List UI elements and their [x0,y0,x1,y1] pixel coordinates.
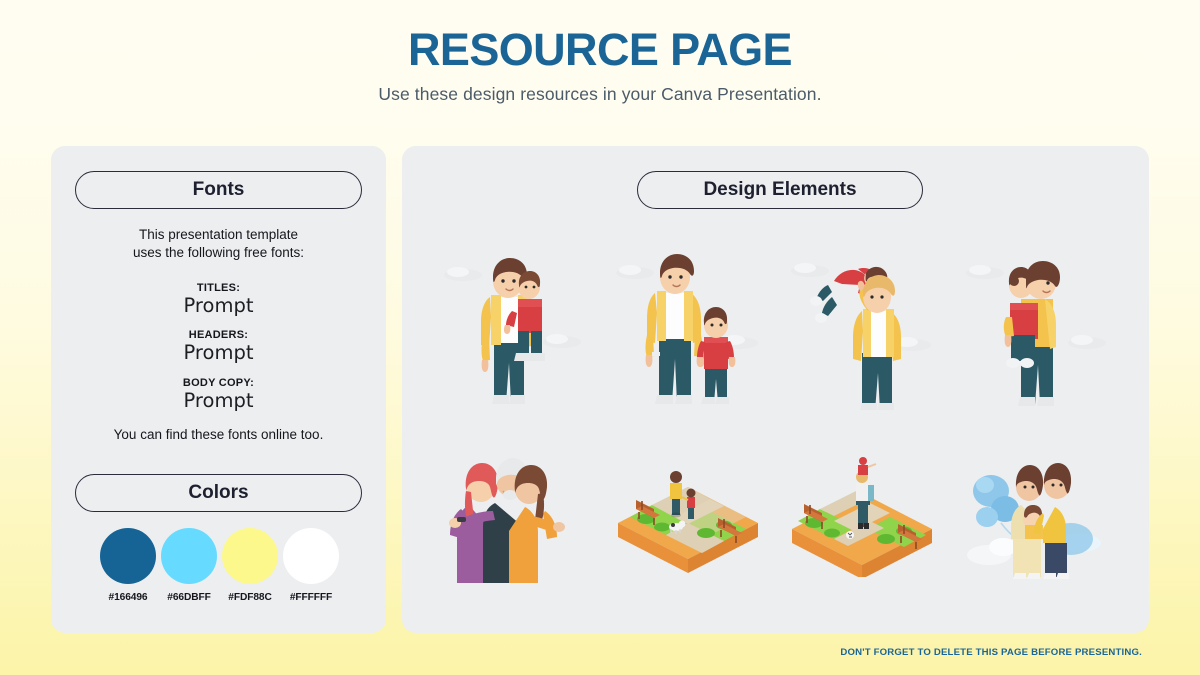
colors-section-label: Colors [188,482,249,503]
font-spec-name: Prompt [183,294,254,317]
park-scene-with-dog-illustration[interactable] [606,457,771,577]
font-specs-list: TITLES: Prompt HEADERS: Prompt BODY COPY… [51,282,386,424]
panels-container: Fonts This presentation template uses th… [51,146,1149,633]
family-group-hug-illustration[interactable] [433,447,593,587]
color-swatch-hex: #166496 [108,592,148,603]
design-element-item[interactable] [950,422,1125,612]
fonts-intro-line-2: uses the following free fonts: [132,245,305,261]
font-spec-name: Prompt [183,341,254,365]
delete-page-reminder: DON'T FORGET TO DELETE THIS PAGE BEFORE … [840,647,1142,658]
design-element-item[interactable] [426,232,601,422]
font-spec-label: BODY COPY: [182,376,255,389]
fonts-section-label: Fonts [192,179,245,200]
design-element-item[interactable] [776,422,951,612]
color-swatch-item: #FDF88C [222,528,278,603]
fonts-intro-text: This presentation template uses the foll… [51,226,386,262]
font-spec-label: TITLES: [196,282,241,294]
color-swatch-item: #166496 [100,528,156,603]
parent-holding-child-hand-illustration[interactable] [613,245,763,410]
park-scene-child-on-shoulders-illustration[interactable] [780,457,945,577]
fonts-panel: Fonts This presentation template uses th… [51,146,386,633]
color-swatch-dot [283,528,339,584]
color-swatch-hex: #66DBFF [167,592,211,603]
design-element-item[interactable] [601,422,776,612]
color-swatch-hex: #FDF88C [228,592,272,603]
font-spec-titles: TITLES: Prompt [51,282,386,316]
family-with-baby-and-balloons-illustration[interactable] [963,447,1113,587]
color-swatch-dot [100,528,156,584]
design-elements-grid [426,232,1125,612]
design-elements-panel: Design Elements [402,146,1149,633]
color-swatch-hex: #FFFFFF [289,592,333,603]
color-swatch-list: #166496 #66DBFF #FDF88C #FFFFFF [100,528,340,603]
color-swatch-dot [222,528,278,584]
design-elements-section-label: Design Elements [703,179,857,200]
fonts-section-header: Fonts [75,171,362,209]
font-spec-headers: HEADERS: Prompt [51,329,386,363]
design-element-item[interactable] [776,232,951,422]
color-swatch-dot [161,528,217,584]
page-subtitle: Use these design resources in your Canva… [378,83,822,104]
design-element-item[interactable] [601,232,776,422]
color-swatch-item: #66DBFF [161,528,217,603]
design-elements-section-header: Design Elements [637,171,923,209]
colors-section-header: Colors [75,474,362,512]
font-spec-label: HEADERS: [188,329,249,342]
parent-lifting-child-in-air-illustration[interactable] [788,245,938,410]
design-element-item[interactable] [426,422,601,612]
parent-hugging-child-illustration[interactable] [963,245,1113,410]
parent-carrying-child-piggyback-illustration[interactable] [438,245,588,410]
design-element-item[interactable] [950,232,1125,422]
page-header: RESOURCE PAGE Use these design resources… [0,0,1200,105]
font-spec-body-copy: BODY COPY: Prompt [51,377,386,411]
color-swatch-item: #FFFFFF [283,528,339,603]
font-spec-name: Prompt [183,388,254,412]
fonts-intro-line-1: This presentation template [138,227,299,242]
fonts-outro-text: You can find these fonts online too. [113,427,324,442]
page-title: RESOURCE PAGE [408,24,793,75]
